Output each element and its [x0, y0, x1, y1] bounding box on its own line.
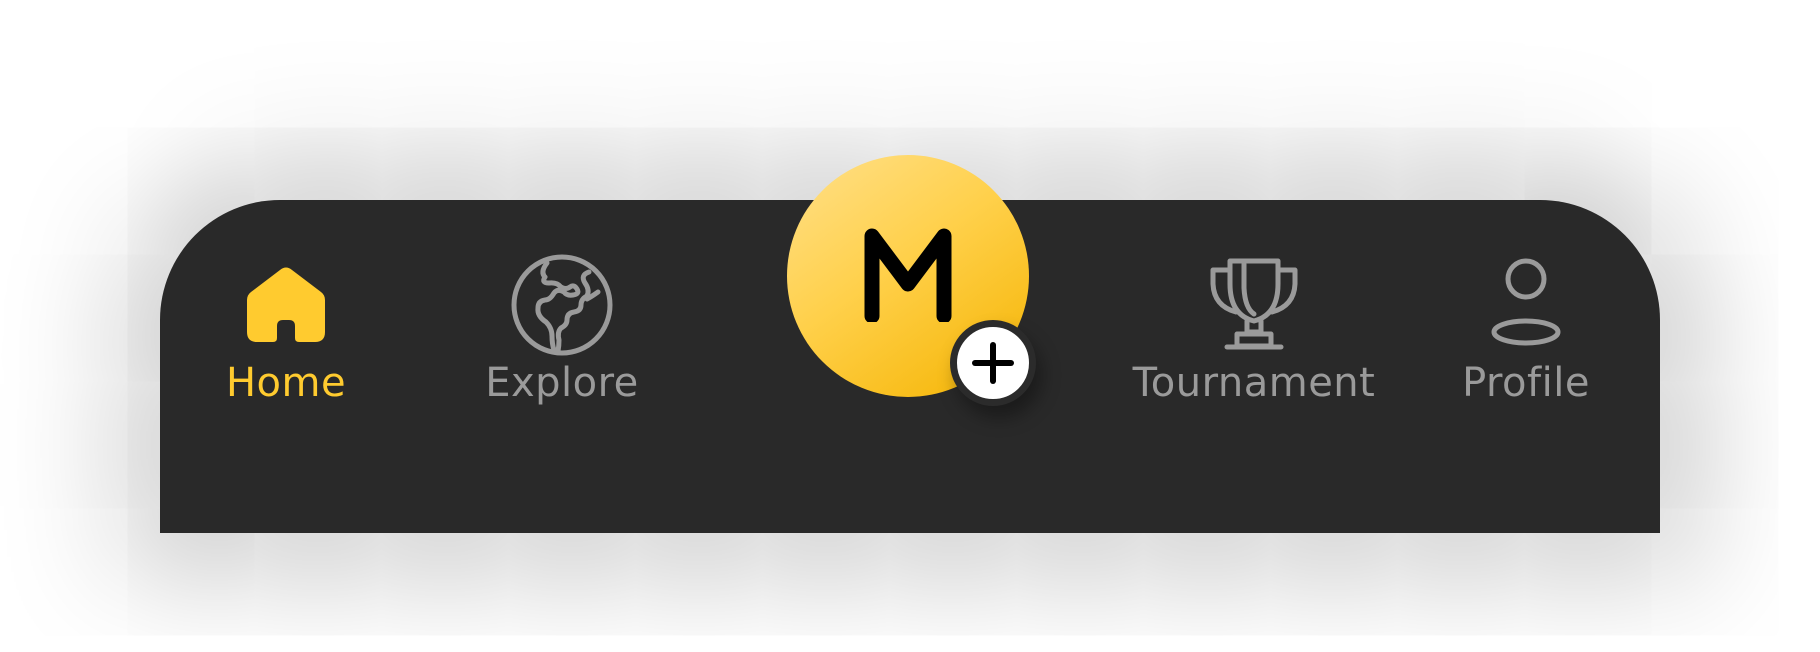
home-icon [231, 250, 341, 360]
nav-label-profile: Profile [1462, 360, 1590, 406]
brand-letter-icon [860, 226, 956, 322]
globe-icon [507, 250, 617, 360]
add-badge-button[interactable] [950, 320, 1036, 406]
app-screen: Home Explore Tournament Profile [0, 0, 1820, 652]
nav-label-home: Home [225, 360, 347, 406]
plus-icon [969, 339, 1017, 387]
user-icon [1471, 250, 1581, 360]
nav-label-tournament: Tournament [1132, 360, 1376, 406]
nav-label-explore: Explore [485, 360, 639, 406]
trophy-icon [1199, 250, 1309, 360]
